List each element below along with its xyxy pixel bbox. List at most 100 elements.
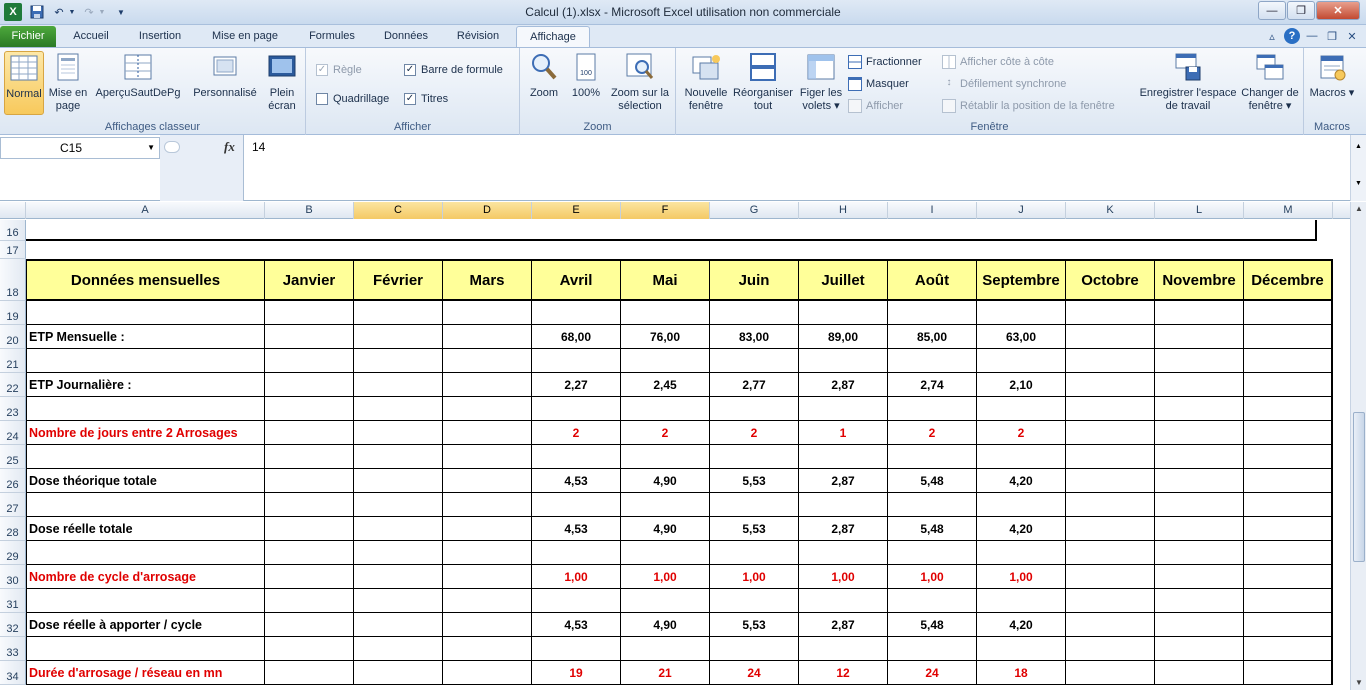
row-label-cell[interactable]: Dose réelle à apporter / cycle [26, 613, 265, 637]
unhide-button[interactable]: Afficher [848, 97, 903, 115]
split-button[interactable]: Fractionner [848, 53, 922, 71]
row-header-28[interactable]: 28 [0, 517, 26, 541]
value-cell[interactable]: 2 [532, 421, 621, 445]
value-cell[interactable]: 5,53 [710, 613, 799, 637]
row-label-cell[interactable]: Dose réelle totale [26, 517, 265, 541]
empty-cell[interactable] [1155, 661, 1244, 685]
column-header-j[interactable]: J [977, 202, 1066, 219]
empty-cell[interactable] [710, 637, 799, 661]
empty-cell[interactable] [977, 241, 1066, 259]
value-cell[interactable]: 21 [621, 661, 710, 685]
empty-cell[interactable] [621, 589, 710, 613]
column-header-k[interactable]: K [1066, 202, 1155, 219]
empty-cell[interactable] [443, 325, 532, 349]
column-header-d[interactable]: D [443, 202, 532, 219]
formula-divider-icon[interactable] [164, 141, 180, 153]
empty-cell[interactable] [1155, 325, 1244, 349]
row-header-31[interactable]: 31 [0, 589, 26, 613]
row-label-cell[interactable] [26, 301, 265, 325]
column-header-g[interactable]: G [710, 202, 799, 219]
empty-cell[interactable] [1155, 301, 1244, 325]
empty-cell[interactable] [1066, 325, 1155, 349]
empty-cell[interactable] [354, 325, 443, 349]
empty-cell[interactable] [1155, 613, 1244, 637]
value-cell[interactable]: 1,00 [710, 565, 799, 589]
empty-cell[interactable] [888, 589, 977, 613]
row-label-cell[interactable]: Dose théorique totale [26, 469, 265, 493]
empty-cell[interactable] [1066, 445, 1155, 469]
page-break-preview-button[interactable]: AperçuSautDePg [92, 51, 184, 100]
value-cell[interactable]: 2,27 [532, 373, 621, 397]
empty-cell[interactable] [888, 349, 977, 373]
empty-cell[interactable] [1155, 565, 1244, 589]
value-cell[interactable]: 4,20 [977, 613, 1066, 637]
value-cell[interactable]: 4,90 [621, 613, 710, 637]
empty-cell[interactable] [1244, 373, 1333, 397]
empty-cell[interactable] [265, 349, 354, 373]
headings-checkbox[interactable]: ✓ Titres [404, 90, 448, 108]
empty-cell[interactable] [710, 493, 799, 517]
row-header-17[interactable]: 17 [0, 241, 26, 259]
value-cell[interactable]: 4,90 [621, 469, 710, 493]
empty-cell[interactable] [799, 445, 888, 469]
row-label-cell[interactable]: ETP Journalière : [26, 373, 265, 397]
header-cell-month[interactable]: Mars [443, 259, 532, 301]
macros-button[interactable]: Macros ▾ [1308, 51, 1356, 100]
sync-scroll-button[interactable]: ↕ Défilement synchrone [942, 75, 1067, 93]
worksheet-grid[interactable]: ABCDEFGHIJKLM 16 17 18 Données mensuelles Ja… [0, 202, 1350, 690]
save-workspace-button[interactable]: Enregistrer l'espace de travail [1138, 51, 1238, 113]
formula-up-icon[interactable]: ▲ [1351, 143, 1366, 150]
scroll-down-icon[interactable]: ▼ [1351, 676, 1366, 690]
empty-cell[interactable] [354, 397, 443, 421]
empty-cell[interactable] [1066, 517, 1155, 541]
switch-windows-button[interactable]: Changer de fenêtre ▾ [1238, 51, 1302, 113]
full-screen-button[interactable]: Plein écran [262, 51, 302, 113]
empty-cell[interactable] [532, 541, 621, 565]
empty-cell[interactable] [710, 301, 799, 325]
row-header-32[interactable]: 32 [0, 613, 26, 637]
value-cell[interactable]: 2 [888, 421, 977, 445]
empty-cell[interactable] [1244, 349, 1333, 373]
empty-cell[interactable] [354, 613, 443, 637]
normal-view-button[interactable]: Normal [4, 51, 44, 115]
empty-cell[interactable] [265, 613, 354, 637]
empty-cell[interactable] [532, 445, 621, 469]
empty-cell[interactable] [977, 397, 1066, 421]
empty-cell[interactable] [621, 637, 710, 661]
vertical-scrollbar[interactable]: ▲ ▼ [1350, 202, 1366, 690]
value-cell[interactable]: 76,00 [621, 325, 710, 349]
tab-mise-en-page[interactable]: Mise en page [200, 26, 290, 47]
empty-cell[interactable] [621, 445, 710, 469]
empty-cell[interactable] [888, 541, 977, 565]
empty-cell[interactable] [1244, 397, 1333, 421]
value-cell[interactable]: 4,20 [977, 469, 1066, 493]
scroll-thumb[interactable] [1353, 412, 1365, 562]
zoom-button[interactable]: Zoom [524, 51, 564, 100]
empty-cell[interactable] [1155, 469, 1244, 493]
tab-affichage[interactable]: Affichage [516, 26, 590, 47]
empty-cell[interactable] [443, 493, 532, 517]
empty-cell[interactable] [888, 637, 977, 661]
value-cell[interactable]: 2,87 [799, 517, 888, 541]
empty-cell[interactable] [443, 613, 532, 637]
value-cell[interactable]: 2,45 [621, 373, 710, 397]
value-cell[interactable]: 68,00 [532, 325, 621, 349]
empty-cell[interactable] [1155, 637, 1244, 661]
empty-cell[interactable] [265, 493, 354, 517]
row-label-cell[interactable]: Durée d'arrosage / réseau en mn [26, 661, 265, 685]
empty-cell[interactable] [265, 565, 354, 589]
empty-cell[interactable] [1155, 517, 1244, 541]
empty-cell[interactable] [265, 517, 354, 541]
row-label-cell[interactable] [26, 445, 265, 469]
empty-cell[interactable] [1244, 613, 1333, 637]
header-cell-month[interactable]: Janvier [265, 259, 354, 301]
empty-cell[interactable] [265, 469, 354, 493]
empty-cell[interactable] [265, 421, 354, 445]
reset-position-button[interactable]: Rétablir la position de la fenêtre [942, 97, 1115, 115]
empty-cell[interactable] [1066, 349, 1155, 373]
new-window-button[interactable]: Nouvelle fenêtre [680, 51, 732, 113]
header-cell-month[interactable]: Février [354, 259, 443, 301]
empty-cell[interactable] [1244, 565, 1333, 589]
empty-cell[interactable] [443, 301, 532, 325]
row-label-cell[interactable] [26, 637, 265, 661]
